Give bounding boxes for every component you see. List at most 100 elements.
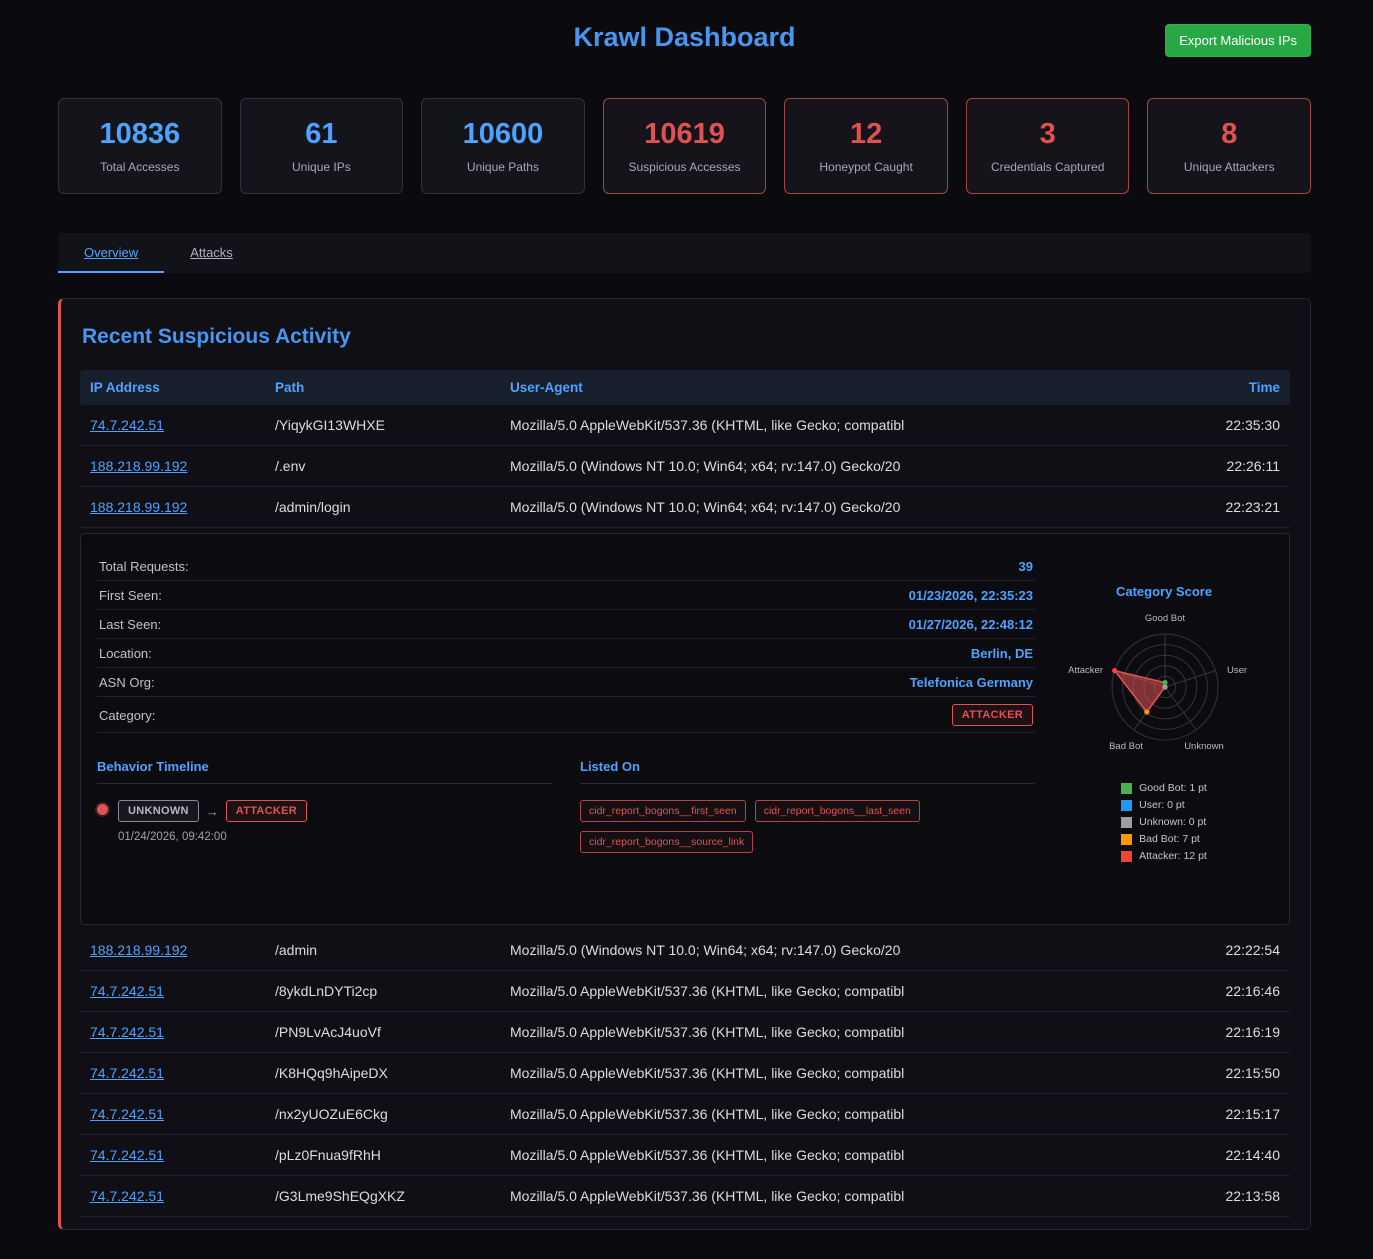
ip-link[interactable]: 188.218.99.192 [90, 458, 187, 474]
stat-value: 61 [249, 118, 395, 151]
ip-cell: 74.7.242.51 [80, 971, 265, 1011]
stat-label: Unique Attackers [1156, 160, 1302, 174]
radar-legend: Good Bot: 1 ptUser: 0 ptUnknown: 0 ptBad… [1121, 782, 1207, 867]
tab-overview[interactable]: Overview [58, 233, 164, 273]
time-cell: 22:23:21 [1160, 487, 1290, 527]
detail-field-category: Category: ATTACKER [97, 697, 1035, 733]
ip-cell: 188.218.99.192 [80, 446, 265, 486]
table-row[interactable]: 188.218.99.192/admin/loginMozilla/5.0 (W… [80, 487, 1290, 528]
legend-label: Unknown: 0 pt [1139, 816, 1206, 828]
ip-cell: 74.7.242.51 [80, 405, 265, 445]
ip-link[interactable]: 188.218.99.192 [90, 499, 187, 515]
legend-item: Unknown: 0 pt [1121, 816, 1207, 828]
stat-card-unique-attackers: 8 Unique Attackers [1147, 98, 1311, 194]
listed-badge[interactable]: cidr_report_bogons__last_seen [755, 800, 920, 822]
svg-text:Good Bot: Good Bot [1144, 613, 1184, 624]
ip-link[interactable]: 74.7.242.51 [90, 1024, 164, 1040]
detail-field-location: Location:Berlin, DE [97, 639, 1035, 668]
header: Krawl Dashboard Export Malicious IPs [58, 0, 1311, 62]
path-cell: /PN9LvAcJ4uoVf [265, 1012, 500, 1052]
detail-field-first-seen: First Seen:01/23/2026, 22:35:23 [97, 581, 1035, 610]
table-row[interactable]: 74.7.242.51/pLz0Fnua9fRhHMozilla/5.0 App… [80, 1135, 1290, 1176]
stat-card-credentials-captured: 3 Credentials Captured [966, 98, 1130, 194]
table-row[interactable]: 74.7.242.51/YiqykGI13WHXEMozilla/5.0 App… [80, 405, 1290, 446]
ip-cell: 74.7.242.51 [80, 1012, 265, 1052]
detail-field-total-requests: Total Requests:39 [97, 552, 1035, 581]
column-header-path: Path [265, 370, 500, 405]
column-header-time: Time [1160, 370, 1290, 405]
table-row[interactable]: 74.7.242.51/8ykdLnDYTi2cpMozilla/5.0 App… [80, 971, 1290, 1012]
stat-label: Unique Paths [430, 160, 576, 174]
ip-cell: 188.218.99.192 [80, 487, 265, 527]
field-label: Last Seen: [99, 617, 161, 632]
path-cell: /admin [265, 930, 500, 970]
path-cell: /K8HQq9hAipeDX [265, 1053, 500, 1093]
table-row[interactable]: 188.218.99.192/adminMozilla/5.0 (Windows… [80, 930, 1290, 971]
path-cell: /nx2yUOZuE6Ckg [265, 1094, 500, 1134]
legend-item: Attacker: 12 pt [1121, 850, 1207, 862]
stat-label: Honeypot Caught [793, 160, 939, 174]
ip-link[interactable]: 74.7.242.51 [90, 1065, 164, 1081]
stats-row: 10836Total Accesses 61 Unique IPs 10600 Uniq… [58, 98, 1311, 194]
user-agent-cell: Mozilla/5.0 (Windows NT 10.0; Win64; x64… [500, 930, 1160, 970]
timeline-body: UNKNOWN → ATTACKER 01/24/2026, 09:42:00 [118, 800, 307, 843]
svg-text:Attacker: Attacker [1068, 665, 1103, 676]
arrow-right-icon: → [206, 804, 219, 819]
path-cell: /8ykdLnDYTi2cp [265, 971, 500, 1011]
listed-on-badges: cidr_report_bogons__first_seen cidr_repor… [580, 800, 1035, 853]
stat-card-suspicious-accesses: 10619Suspicious Accesses [603, 98, 767, 194]
stat-label: Credentials Captured [975, 160, 1121, 174]
stat-card-total-accesses: 10836Total Accesses [58, 98, 222, 194]
listed-on-section: Listed On cidr_report_bogons__first_seen… [580, 757, 1035, 853]
listed-badge[interactable]: cidr_report_bogons__source_link [580, 831, 753, 853]
field-label: Location: [99, 646, 152, 661]
ip-detail-panel: Total Requests:39First Seen:01/23/2026, … [80, 533, 1290, 925]
stat-value: 3 [975, 118, 1121, 151]
tab-attacks[interactable]: Attacks [164, 233, 259, 273]
stat-label: Total Accesses [67, 160, 213, 174]
user-agent-cell: Mozilla/5.0 (Windows NT 10.0; Win64; x64… [500, 487, 1160, 527]
ip-link[interactable]: 74.7.242.51 [90, 1188, 164, 1204]
ip-link[interactable]: 74.7.242.51 [90, 1147, 164, 1163]
ip-cell: 74.7.242.51 [80, 1135, 265, 1175]
listed-badge[interactable]: cidr_report_bogons__first_seen [580, 800, 746, 822]
timeline-entry: UNKNOWN → ATTACKER 01/24/2026, 09:42:00 [97, 800, 552, 843]
stat-value: 12 [793, 118, 939, 151]
stat-card-honeypot-caught: 12 Honeypot Caught [784, 98, 948, 194]
legend-label: Attacker: 12 pt [1139, 850, 1207, 862]
table-row[interactable]: 74.7.242.51/K8HQq9hAipeDXMozilla/5.0 App… [80, 1053, 1290, 1094]
user-agent-cell: Mozilla/5.0 AppleWebKit/537.36 (KHTML, l… [500, 1053, 1160, 1093]
table-row[interactable]: 74.7.242.51/nx2yUOZuE6CkgMozilla/5.0 App… [80, 1094, 1290, 1135]
user-agent-cell: Mozilla/5.0 AppleWebKit/537.36 (KHTML, l… [500, 1135, 1160, 1175]
category-score-chart: Category Score Good BotUserUnknownBad Bo… [1055, 552, 1273, 904]
field-value: Telefonica Germany [910, 675, 1033, 690]
table-row[interactable]: 74.7.242.51/G3Lme9ShEQgXKZMozilla/5.0 Ap… [80, 1176, 1290, 1217]
legend-label: User: 0 pt [1139, 799, 1185, 811]
time-cell: 22:26:11 [1160, 446, 1290, 486]
ip-link[interactable]: 74.7.242.51 [90, 1106, 164, 1122]
legend-item: User: 0 pt [1121, 799, 1207, 811]
user-agent-cell: Mozilla/5.0 AppleWebKit/537.36 (KHTML, l… [500, 1094, 1160, 1134]
export-malicious-ips-button[interactable]: Export Malicious IPs [1165, 24, 1311, 57]
stat-value: 8 [1156, 118, 1302, 151]
stat-label: Suspicious Accesses [612, 160, 758, 174]
time-cell: 22:16:46 [1160, 971, 1290, 1011]
legend-label: Good Bot: 1 pt [1139, 782, 1207, 794]
table-header-row: IP AddressPathUser-AgentTime [80, 370, 1290, 405]
ip-cell: 74.7.242.51 [80, 1053, 265, 1093]
behavior-timeline-section: Behavior Timeline UNKNOWN → ATTACKER [97, 757, 552, 853]
table-row[interactable]: 74.7.242.51/PN9LvAcJ4uoVfMozilla/5.0 App… [80, 1012, 1290, 1053]
table-row[interactable]: 188.218.99.192/.envMozilla/5.0 (Windows … [80, 446, 1290, 487]
ip-link[interactable]: 74.7.242.51 [90, 983, 164, 999]
ip-link[interactable]: 74.7.242.51 [90, 417, 164, 433]
stat-card-unique-ips: 61 Unique IPs [240, 98, 404, 194]
column-header-user-agent: User-Agent [500, 370, 1160, 405]
ip-link[interactable]: 188.218.99.192 [90, 942, 187, 958]
field-label: Total Requests: [99, 559, 189, 574]
field-label: First Seen: [99, 588, 162, 603]
path-cell: /admin/login [265, 487, 500, 527]
time-cell: 22:14:40 [1160, 1135, 1290, 1175]
user-agent-cell: Mozilla/5.0 AppleWebKit/537.36 (KHTML, l… [500, 971, 1160, 1011]
stat-value: 10600 [430, 118, 576, 151]
stat-label: Unique IPs [249, 160, 395, 174]
